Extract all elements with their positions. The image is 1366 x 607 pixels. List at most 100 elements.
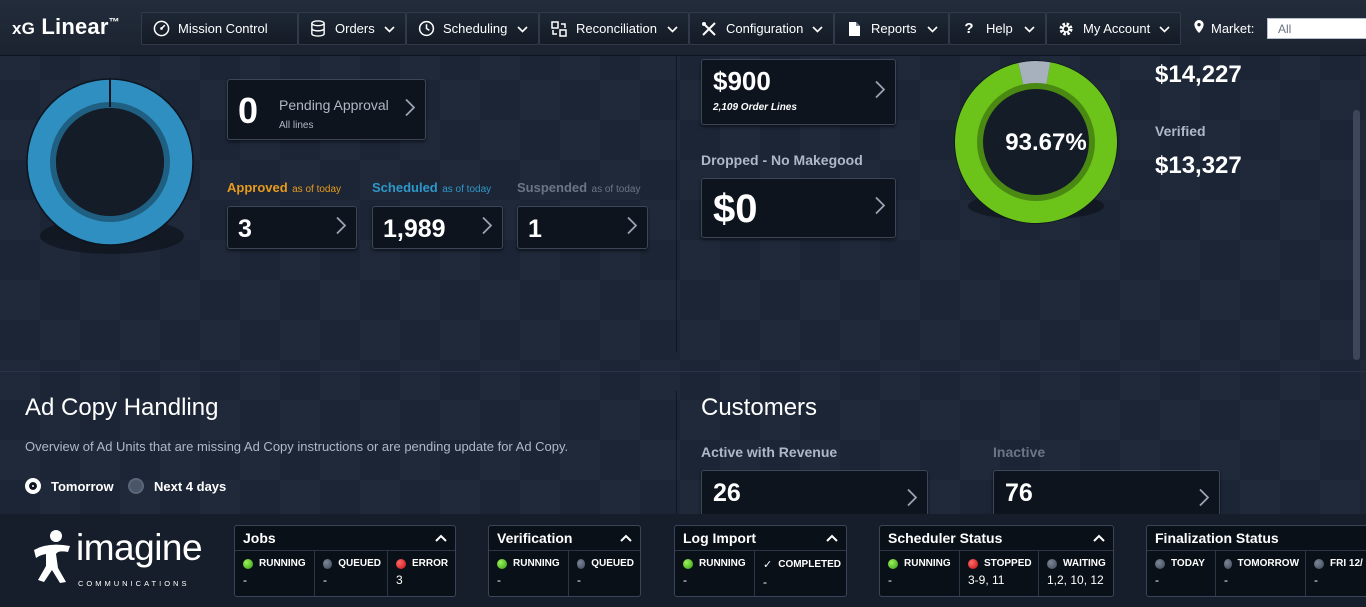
scheduled-asof: as of today [442,184,492,195]
suspended-card[interactable]: 1 [517,206,648,249]
nav-label: Configuration [726,21,804,36]
status-col-queued: QUEUED - [315,551,388,596]
card-title: Jobs [243,530,276,546]
top-navigation-bar: xG Linear™ Mission Control Orders Schedu… [0,0,1366,56]
chevron-right-icon [482,216,493,239]
suspended-label: Suspended as of today [517,179,640,197]
imagine-figure-icon [34,530,70,583]
chevron-right-icon [875,80,886,104]
ad-copy-description: Overview of Ad Units that are missing Ad… [25,439,569,454]
jobs-status-card[interactable]: Jobs RUNNING - QUEUED - ERROR 3 [234,525,456,597]
status-dot-gray [577,558,586,569]
suspended-title: Suspended [517,180,588,195]
card-title: Finalization Status [1155,530,1279,546]
chevron-down-icon [927,21,938,36]
market-label-text: Market: [1211,20,1255,36]
status-col-day: FRI 12/- [1314,558,1363,587]
nav-label: Orders [335,21,375,36]
chevron-right-icon [907,488,918,512]
nav-label: Help [986,21,1013,36]
nav-mission-control[interactable]: Mission Control [141,12,298,45]
market-label: Market: [1194,20,1254,36]
log-import-status-card[interactable]: Log Import RUNNING - ✓ COMPLETED - [674,525,847,597]
card-title: Verification [497,530,573,546]
approved-title: Approved [227,180,288,195]
status-col-completed: ✓ COMPLETED - [763,559,841,589]
radio-label: Tomorrow [51,478,114,494]
collapse-caret-icon[interactable] [826,531,838,545]
collapse-caret-icon[interactable] [435,531,447,545]
imagine-logo: imagine COMMUNICATIONS [30,526,203,592]
scheduler-status-card[interactable]: Scheduler Status RUNNING - STOPPED 3-9, 11… [879,525,1114,597]
verification-status-card[interactable]: Verification RUNNING - QUEUED - [488,525,641,597]
status-dot-green [683,558,693,569]
donut-hole [56,108,164,216]
scheduled-label: Scheduled as of today [372,179,491,197]
nav-scheduling[interactable]: Scheduling [406,12,539,45]
nav-configuration[interactable]: Configuration [689,12,834,45]
chevron-down-icon [384,21,395,36]
chevron-right-icon [875,196,886,220]
radio-next-4-days[interactable]: Next 4 days [128,478,226,494]
nav-help[interactable]: ? Help [949,12,1046,45]
nav-orders[interactable]: Orders [298,12,406,45]
status-col-today: TODAY - [1147,551,1217,596]
verified-label: Verified [1155,123,1206,139]
approved-asof: as of today [292,184,342,195]
chevron-right-icon [405,98,416,121]
scheduled-card[interactable]: 1,989 [372,206,503,249]
status-col-running: RUNNING - [235,551,315,596]
status-dot-gray [323,558,333,569]
nav-reports[interactable]: Reports [834,12,949,45]
nav-my-account[interactable]: My Account [1046,12,1181,45]
section-divider [0,371,1366,372]
status-col-error: ERROR 3 [396,558,449,587]
chevron-right-icon [336,216,347,239]
dropped-label: Dropped - No Makegood [701,152,863,168]
pending-approval-sub: All lines [279,120,314,131]
status-dot-gray [1224,558,1232,569]
approved-label: Approved as of today [227,179,341,197]
market-select[interactable]: All [1267,18,1366,39]
active-customers-label: Active with Revenue [701,444,838,460]
status-dot-green [243,558,253,569]
scrollbar-thumb[interactable] [1353,110,1360,360]
pending-approval-count: 0 [238,90,259,131]
collapse-caret-icon[interactable] [620,531,632,545]
chevron-right-icon [1199,488,1210,512]
tools-icon [700,20,718,38]
status-dot-gray [1314,558,1325,569]
finalization-status-card[interactable]: Finalization Status TODAY - TOMORROW - FRI… [1146,525,1366,597]
suspended-count: 1 [528,215,542,243]
database-icon [309,20,327,38]
brand-name: Linear [41,14,109,39]
status-col-running: RUNNING - [880,551,960,596]
dashboard-icon [152,20,170,38]
approved-card[interactable]: 3 [227,206,357,249]
card-title: Log Import [683,530,757,546]
radio-tomorrow[interactable]: Tomorrow [25,478,114,494]
status-dot-red [396,558,406,569]
question-icon: ? [964,20,974,37]
document-icon [845,20,863,38]
suspended-asof: as of today [591,184,641,195]
nav-label: My Account [1083,21,1151,36]
logo-subtitle: COMMUNICATIONS [78,579,190,588]
map-marker-icon [1194,20,1204,36]
dropped-card[interactable]: $0 [701,178,896,238]
nav-reconciliation[interactable]: Reconciliation [539,12,689,45]
status-footer: imagine COMMUNICATIONS Jobs RUNNING - QUE… [0,514,1366,607]
status-dot-gray [1047,558,1057,569]
app-logo[interactable]: xG Linear™ [12,14,120,40]
collapse-caret-icon[interactable] [1093,531,1105,545]
clock-icon [417,20,435,38]
pending-approval-card[interactable]: 0 Pending Approval All lines [227,79,426,140]
status-dot-gray [1155,558,1165,569]
order-lines-revenue-card[interactable]: $900 2,109 Order Lines [701,59,896,125]
order-lines-revenue: $900 [713,66,771,96]
chevron-down-icon [667,21,678,36]
status-dot-green [888,558,898,569]
chevron-right-icon [627,216,638,239]
radio-unselected-icon [128,478,144,494]
ad-copy-title: Ad Copy Handling [25,394,219,421]
